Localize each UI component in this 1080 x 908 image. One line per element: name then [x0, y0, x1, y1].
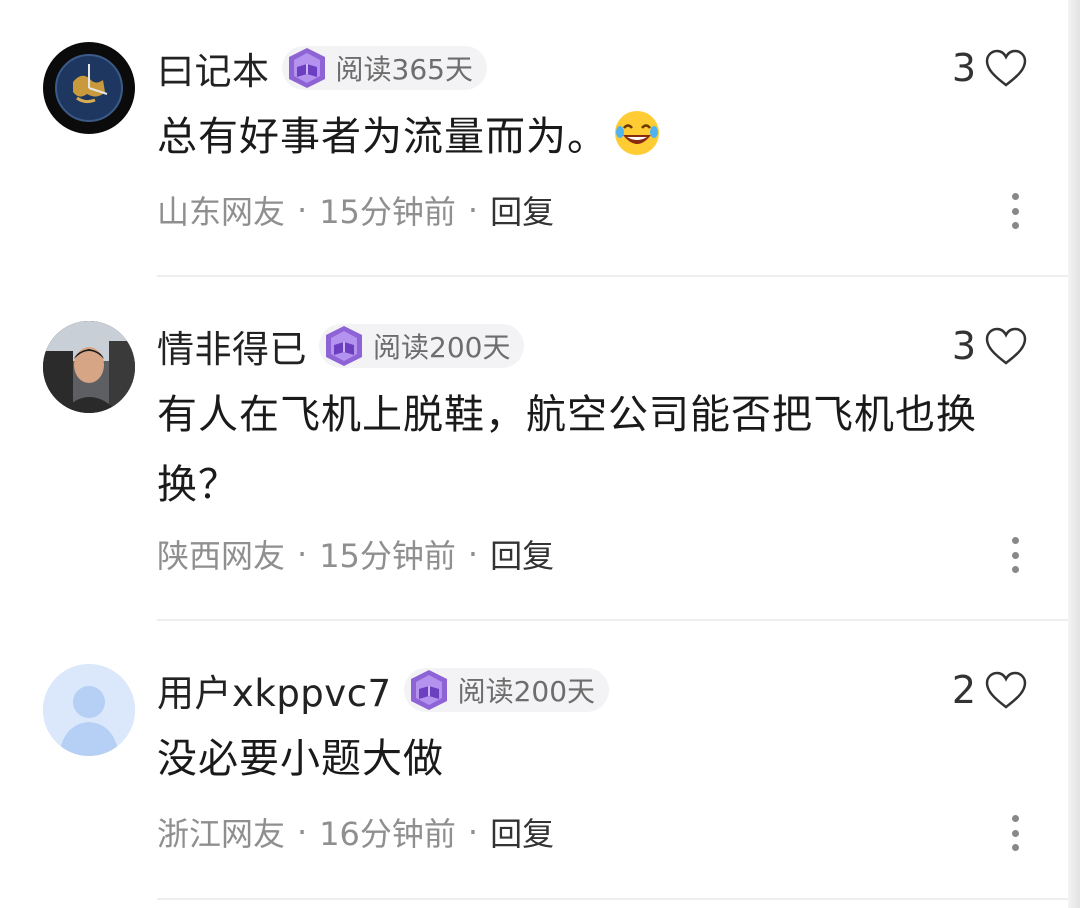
read-days-badge: 阅读365天: [281, 46, 487, 90]
name-row: 用户xkppvc7 阅读200天: [157, 663, 610, 717]
comment-text: 总有好事者为流量而为。: [157, 102, 1037, 172]
comment-meta: 陕西网友 · 15分钟前 · 回复: [157, 531, 554, 577]
timestamp: 15分钟前: [319, 193, 456, 231]
separator-dot: ·: [467, 535, 479, 573]
book-badge-icon: [288, 48, 325, 88]
name-row: 情非得已 阅读200天: [157, 319, 525, 373]
timestamp: 15分钟前: [319, 537, 456, 575]
username[interactable]: 曰记本: [157, 41, 270, 95]
separator-dot: ·: [297, 535, 308, 573]
like-count: 3: [951, 324, 976, 368]
comment-text: 没必要小题大做: [157, 736, 444, 782]
divider: [157, 898, 1068, 900]
read-days-badge: 阅读200天: [403, 668, 610, 712]
book-badge-icon: [410, 670, 447, 710]
name-row: 曰记本 阅读365天: [157, 41, 487, 95]
screen-edge: [1068, 0, 1080, 908]
timestamp: 16分钟前: [319, 815, 456, 853]
location-label: 山东网友: [157, 193, 286, 231]
more-options-icon[interactable]: [1010, 537, 1020, 573]
separator-dot: ·: [467, 813, 479, 851]
avatar[interactable]: [43, 42, 135, 134]
like-control[interactable]: 2: [952, 666, 1028, 714]
divider: [157, 275, 1068, 277]
avatar[interactable]: [43, 321, 135, 413]
read-days-badge: 阅读200天: [319, 324, 525, 368]
comment-meta: 山东网友 · 15分钟前 · 回复: [157, 187, 554, 233]
like-control[interactable]: 3: [952, 44, 1028, 92]
like-count: 2: [951, 668, 976, 712]
location-label: 陕西网友: [157, 537, 286, 575]
heart-icon[interactable]: [984, 670, 1028, 710]
badge-label: 阅读365天: [335, 53, 473, 86]
badge-label: 阅读200天: [457, 675, 596, 708]
more-options-icon[interactable]: [1010, 193, 1020, 229]
comment-meta: 浙江网友 · 16分钟前 · 回复: [157, 809, 554, 855]
reply-button[interactable]: 回复: [490, 187, 554, 233]
like-control[interactable]: 3: [952, 322, 1028, 370]
like-count: 3: [951, 46, 976, 90]
avatar[interactable]: [43, 664, 135, 756]
laugh-tears-emoji-icon: [615, 111, 659, 155]
badge-label: 阅读200天: [373, 331, 511, 364]
username[interactable]: 用户xkppvc7: [157, 663, 392, 717]
comment-text: 有人在飞机上脱鞋，航空公司能否把飞机也换换？: [157, 392, 977, 508]
reply-button[interactable]: 回复: [490, 809, 554, 855]
location-label: 浙江网友: [157, 815, 286, 853]
book-badge-icon: [326, 326, 362, 366]
reply-button[interactable]: 回复: [490, 531, 554, 577]
separator-dot: ·: [297, 191, 308, 229]
heart-icon[interactable]: [984, 326, 1028, 366]
separator-dot: ·: [297, 813, 308, 851]
separator-dot: ·: [467, 191, 479, 229]
more-options-icon[interactable]: [1010, 815, 1020, 851]
username[interactable]: 情非得已: [157, 319, 307, 373]
heart-icon[interactable]: [984, 48, 1028, 88]
divider: [157, 619, 1068, 621]
